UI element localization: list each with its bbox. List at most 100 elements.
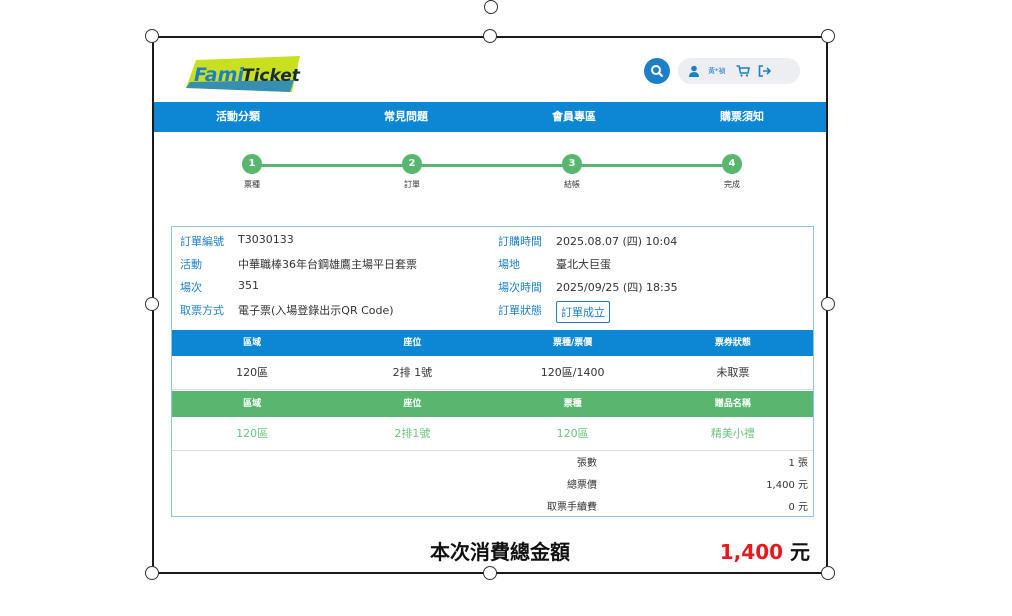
search-button[interactable] <box>644 58 670 84</box>
info-value: 中華職棒36年台鋼雄鷹主場平日套票 <box>238 258 417 271</box>
info-key: 訂單編號 <box>180 235 224 248</box>
info-order-status: 訂單狀態 <box>498 302 556 318</box>
total-amount-number: 1,400 <box>719 540 784 564</box>
info-key: 取票方式 <box>180 304 224 317</box>
step-1-circle: 1 <box>242 154 262 174</box>
nav-item-member[interactable]: 會員專區 <box>490 102 658 132</box>
step-2: 2 訂單 <box>382 154 442 190</box>
progress-steps: 1 票種 2 訂單 3 結帳 4 完成 <box>154 154 826 194</box>
resize-handle-bottom-right[interactable] <box>821 566 835 580</box>
step-3-label: 結帳 <box>564 180 580 189</box>
famiticket-logo: Fami Ticket <box>186 56 301 92</box>
step-3-circle: 3 <box>562 154 582 174</box>
total-label: 本次消費總金額 <box>430 540 570 564</box>
summary-label: 張數 <box>577 458 597 469</box>
info-order-number: 訂單編號 T3030133 <box>180 233 294 249</box>
info-value: 臺北大巨蛋 <box>556 258 611 271</box>
summary-total-price: 總票價 1,400 元 <box>172 475 813 497</box>
summary-label: 總票價 <box>567 480 597 491</box>
info-value: T3030133 <box>238 233 294 246</box>
nav-item-categories[interactable]: 活動分類 <box>154 102 322 132</box>
td-ticket-status: 未取票 <box>716 366 750 379</box>
resize-handle-middle-right[interactable] <box>821 297 835 311</box>
info-key: 場次時間 <box>498 281 542 294</box>
step-1: 1 票種 <box>222 154 282 190</box>
td-area: 120區 <box>236 366 269 379</box>
th-area: 區域 <box>243 338 262 348</box>
th-gift-name: 贈品名稱 <box>714 399 751 409</box>
total-amount-unit: 元 <box>790 540 810 564</box>
main-nav: 活動分類 常見問題 會員專區 購票須知 <box>154 102 826 132</box>
resize-handle-top-right[interactable] <box>821 29 835 43</box>
header-actions: 黃*禎 <box>644 58 800 84</box>
logout-icon[interactable] <box>758 65 771 77</box>
td-seat: 2排1號 <box>394 427 431 440</box>
td-gift-name: 精美小禮 <box>710 427 755 440</box>
step-2-circle: 2 <box>402 154 422 174</box>
order-info: 訂單編號 T3030133 活動 中華職棒36年台鋼雄鷹主場平日套票 場次 35… <box>172 227 813 329</box>
info-venue: 場地 臺北大巨蛋 <box>498 256 611 272</box>
summary-quantity: 張數 1 張 <box>172 453 813 475</box>
cart-icon[interactable] <box>736 65 750 77</box>
logo-ticket-text: Ticket <box>242 66 301 86</box>
step-4: 4 完成 <box>702 154 762 190</box>
td-seat: 2排 1號 <box>392 366 433 379</box>
resize-handle-bottom-center[interactable] <box>483 566 497 580</box>
step-1-label: 票種 <box>244 180 260 189</box>
summary-value: 1,400 元 <box>766 480 808 491</box>
resize-handle-middle-left[interactable] <box>145 297 159 311</box>
nav-item-faq[interactable]: 常見問題 <box>322 102 490 132</box>
info-value: 電子票(入場登錄出示QR Code) <box>238 304 394 317</box>
canvas: Fami Ticket 黃*禎 活動分類 常見問題 會員專區 購票須知 1 票種… <box>0 0 1012 616</box>
logo-fami-text: Fami <box>194 64 244 86</box>
resize-handle-top-center[interactable] <box>483 29 497 43</box>
user-icon[interactable] <box>688 65 700 77</box>
order-summary: 張數 1 張 總票價 1,400 元 取票手續費 0 元 <box>172 453 813 519</box>
th-seat: 座位 <box>403 399 422 409</box>
step-2-label: 訂單 <box>404 180 420 189</box>
ticket-table-header: 區域 座位 票種/票價 票券狀態 <box>172 330 813 356</box>
resize-handle-bottom-left[interactable] <box>145 566 159 580</box>
summary-label: 取票手續費 <box>547 502 597 513</box>
table-row: 120區 2排1號 120區 精美小禮 <box>172 417 813 451</box>
order-details-box: 訂單編號 T3030133 活動 中華職棒36年台鋼雄鷹主場平日套票 場次 35… <box>171 226 814 517</box>
info-key: 活動 <box>180 258 202 271</box>
info-key: 場地 <box>498 258 520 271</box>
resize-handle-top-left[interactable] <box>145 29 159 43</box>
info-key: 訂單狀態 <box>498 304 542 317</box>
search-icon <box>651 65 664 78</box>
selected-image-frame[interactable]: Fami Ticket 黃*禎 活動分類 常見問題 會員專區 購票須知 1 票種… <box>152 36 828 574</box>
step-3: 3 結帳 <box>542 154 602 190</box>
step-4-circle: 4 <box>722 154 742 174</box>
th-ticket-type: 票種 <box>563 399 582 409</box>
info-pickup-method: 取票方式 電子票(入場登錄出示QR Code) <box>180 302 394 318</box>
summary-value: 0 元 <box>788 502 808 513</box>
th-seat: 座位 <box>403 338 422 348</box>
nav-item-purchase-notes[interactable]: 購票須知 <box>658 102 826 132</box>
order-status-badge: 訂單成立 <box>556 301 610 323</box>
progress-line <box>252 164 732 167</box>
td-area: 120區 <box>236 427 269 440</box>
info-key: 訂購時間 <box>498 235 542 248</box>
th-ticket-status: 票券狀態 <box>714 338 751 348</box>
info-value: 2025/09/25 (四) 18:35 <box>556 281 678 294</box>
td-ticket-type-price: 120區/1400 <box>540 366 605 379</box>
info-order-time: 訂購時間 2025.08.07 (四) 10:04 <box>498 233 677 249</box>
member-pill: 黃*禎 <box>678 58 800 84</box>
info-value: 351 <box>238 279 259 292</box>
step-4-label: 完成 <box>724 180 740 189</box>
info-session: 場次 351 <box>180 279 259 295</box>
th-ticket-type-price: 票種/票價 <box>552 338 593 348</box>
gift-table-header: 區域 座位 票種 贈品名稱 <box>172 391 813 417</box>
info-value: 2025.08.07 (四) 10:04 <box>556 235 678 248</box>
info-event: 活動 中華職棒36年台鋼雄鷹主場平日套票 <box>180 256 417 272</box>
th-area: 區域 <box>243 399 262 409</box>
info-session-time: 場次時間 2025/09/25 (四) 18:35 <box>498 279 678 295</box>
td-ticket-type: 120區 <box>556 427 589 440</box>
user-name[interactable]: 黃*禎 <box>708 66 728 76</box>
rotate-handle[interactable] <box>484 0 498 14</box>
table-row: 120區 2排 1號 120區/1400 未取票 <box>172 356 813 390</box>
total-amount: 1,400 元 <box>720 536 810 565</box>
summary-value: 1 張 <box>788 458 808 469</box>
summary-pickup-fee: 取票手續費 0 元 <box>172 497 813 519</box>
